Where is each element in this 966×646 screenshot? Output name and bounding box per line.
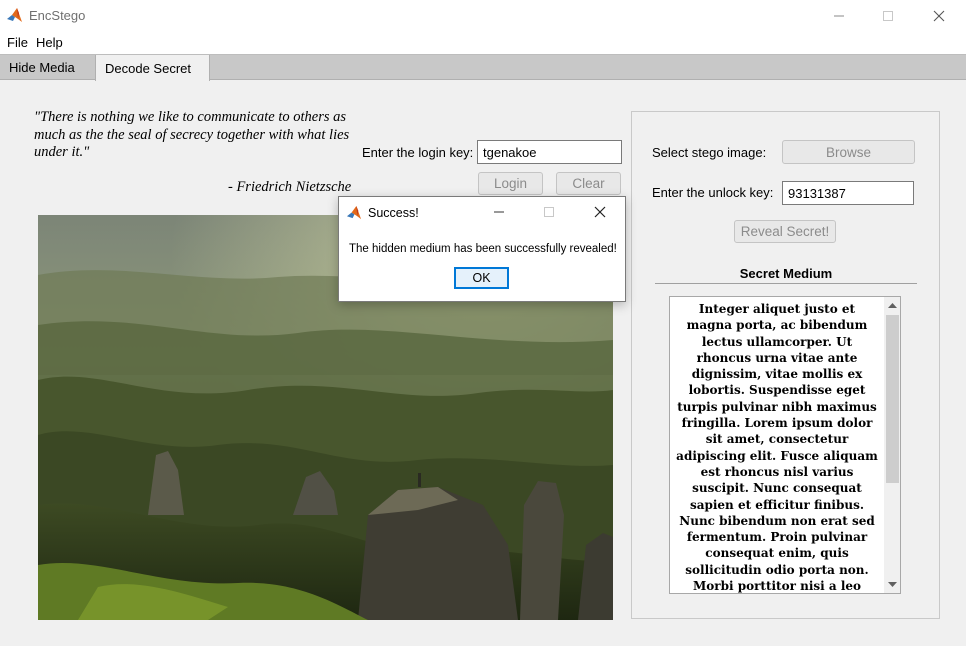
login-key-label: Enter the login key: [362, 145, 474, 160]
maximize-button[interactable] [865, 0, 911, 31]
ok-button[interactable]: OK [454, 267, 509, 289]
close-icon [933, 10, 945, 21]
maximize-icon [883, 10, 893, 21]
login-button[interactable]: Login [478, 172, 543, 195]
tab-label: Hide Media [9, 60, 75, 75]
clear-button[interactable]: Clear [556, 172, 621, 195]
success-dialog: Success! The hidden medium has been succ… [338, 196, 626, 302]
matlab-icon [346, 205, 362, 220]
secret-medium-title: Secret Medium [739, 266, 833, 281]
window-title: EncStego [29, 8, 86, 23]
login-key-input[interactable] [477, 140, 622, 164]
browse-button[interactable]: Browse [782, 140, 915, 164]
select-stego-label: Select stego image: [652, 145, 767, 160]
scrollbar[interactable] [884, 297, 900, 593]
quote-author: - Friedrich Nietzsche [228, 179, 352, 195]
menu-file[interactable]: File [7, 35, 28, 50]
maximize-icon [544, 207, 554, 217]
tab-decode-secret[interactable]: Decode Secret [95, 55, 210, 81]
scroll-thumb[interactable] [886, 315, 899, 483]
menu-bar [0, 31, 966, 54]
quote-text: "There is nothing we like to communicate… [34, 109, 350, 160]
dialog-message: The hidden medium has been successfully … [349, 243, 617, 255]
unlock-key-input[interactable] [782, 181, 914, 205]
scroll-down-icon[interactable] [888, 581, 897, 588]
reveal-secret-button[interactable]: Reveal Secret! [734, 220, 836, 243]
secret-text-area[interactable]: Integer aliquet justo et magna porta, ac… [669, 296, 901, 594]
divider [655, 283, 917, 284]
tab-hide-media[interactable]: Hide Media [0, 55, 84, 80]
matlab-icon [6, 7, 23, 24]
secret-text: Integer aliquet justo et magna porta, ac… [676, 302, 878, 594]
close-button[interactable] [916, 0, 962, 31]
close-icon[interactable] [594, 206, 606, 218]
minimize-icon [834, 15, 844, 16]
scroll-up-icon[interactable] [888, 302, 897, 309]
unlock-key-label: Enter the unlock key: [652, 185, 774, 200]
minimize-icon[interactable] [493, 206, 505, 218]
minimize-button[interactable] [816, 0, 862, 31]
dialog-title: Success! [368, 206, 419, 220]
tab-label: Decode Secret [105, 60, 191, 76]
menu-help[interactable]: Help [36, 35, 63, 50]
